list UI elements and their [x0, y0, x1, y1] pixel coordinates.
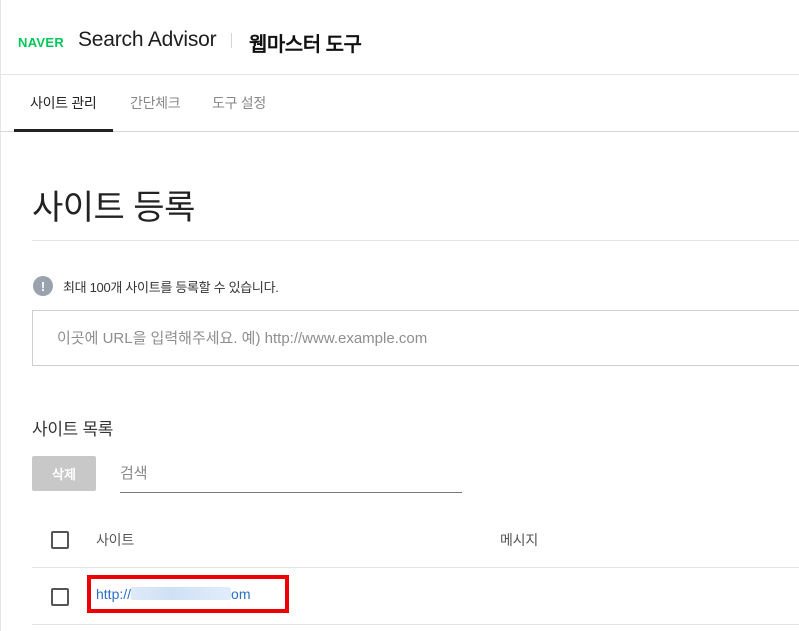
title-divider — [32, 240, 799, 241]
brand-title[interactable]: Search Advisor — [78, 28, 217, 52]
search-input[interactable] — [120, 456, 462, 490]
delete-button[interactable]: 삭제 — [32, 456, 96, 491]
tab-simple-check[interactable]: 간단체크 — [130, 93, 181, 113]
search-field — [120, 456, 462, 493]
table-header: 사이트 메시지 — [32, 511, 799, 568]
site-url-input[interactable] — [57, 311, 777, 365]
site-list-title: 사이트 목록 — [32, 420, 114, 439]
header-divider — [231, 33, 232, 48]
info-text: 최대 100개 사이트를 등록할 수 있습니다. — [63, 279, 279, 295]
select-all-checkbox[interactable] — [51, 531, 69, 549]
tab-tool-settings[interactable]: 도구 설정 — [212, 93, 266, 113]
page-title: 사이트 등록 — [32, 189, 195, 227]
active-tab-indicator — [14, 129, 113, 132]
url-input-box — [32, 310, 799, 366]
info-icon: ! — [33, 276, 53, 296]
tab-bar: 사이트 관리 간단체크 도구 설정 — [0, 75, 799, 132]
row-checkbox[interactable] — [51, 588, 69, 606]
tab-site-management[interactable]: 사이트 관리 — [30, 93, 97, 113]
naver-logo[interactable]: NAVER — [18, 35, 64, 50]
highlight-annotation — [87, 575, 289, 613]
column-site: 사이트 — [96, 532, 135, 548]
column-message: 메시지 — [500, 532, 539, 548]
tool-title[interactable]: 웹마스터 도구 — [249, 28, 362, 57]
top-header: NAVER Search Advisor 웹마스터 도구 — [0, 0, 799, 75]
info-notice: ! 최대 100개 사이트를 등록할 수 있습니다. — [33, 276, 279, 296]
